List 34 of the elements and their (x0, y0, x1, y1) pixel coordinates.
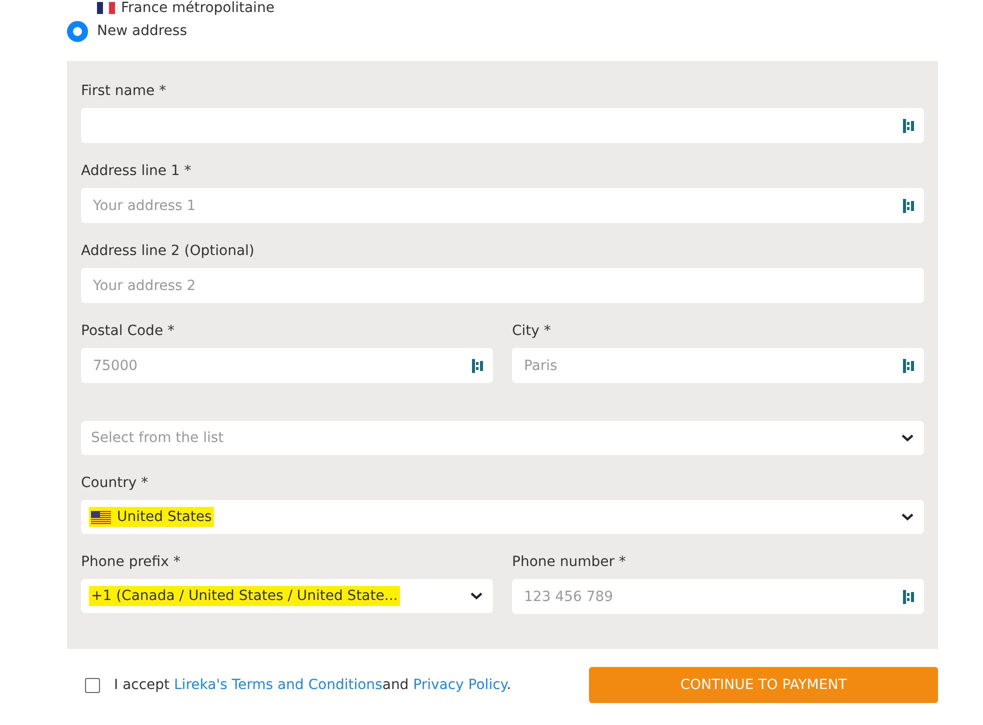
input-field[interactable]: Your address 1 (81, 188, 924, 223)
field-label: Postal Code * (81, 323, 176, 341)
input-field[interactable] (81, 108, 924, 143)
field-label: Address line 2 (Optional) (81, 243, 256, 261)
chevron-down-icon (901, 513, 914, 521)
select-field[interactable]: United States (81, 500, 924, 534)
field-label: Address line 1 * (81, 163, 192, 181)
field-label: City * (512, 323, 552, 341)
field-label: Phone number * (512, 554, 627, 572)
chevron-down-icon (901, 434, 914, 442)
input-field[interactable]: Paris (512, 348, 924, 383)
field-label: First name * (81, 83, 168, 101)
autofill-icon[interactable] (903, 119, 914, 133)
input-field[interactable]: Your address 2 (81, 268, 924, 303)
terms-text: I accept Lireka's Terms and Conditionsand Privacy Policy. (114, 677, 512, 693)
checkbox[interactable] (85, 678, 100, 692)
address-option-label: France métropolitaine (121, 0, 274, 16)
radio-label: New address (97, 23, 187, 39)
field-label: Phone prefix * (81, 554, 182, 572)
autofill-icon[interactable] (903, 359, 914, 373)
autofill-icon[interactable] (903, 199, 914, 213)
continue-button[interactable]: CONTINUE TO PAYMENT (589, 667, 938, 703)
field-label: Country * (81, 475, 150, 493)
select-field[interactable]: +1 (Canada / United States / United State... (81, 579, 493, 613)
terms-link[interactable]: Lireka's Terms and Conditions (174, 677, 382, 693)
autofill-icon[interactable] (903, 590, 914, 604)
radio-button[interactable] (67, 20, 88, 42)
privacy-link[interactable]: Privacy Policy (413, 677, 507, 693)
input-field[interactable]: 75000 (81, 348, 493, 383)
input-field[interactable]: 123 456 789 (512, 579, 924, 614)
flag-icon (97, 2, 115, 14)
select-field[interactable]: Select from the list (81, 421, 924, 455)
chevron-down-icon (470, 592, 483, 600)
autofill-icon[interactable] (472, 359, 483, 373)
